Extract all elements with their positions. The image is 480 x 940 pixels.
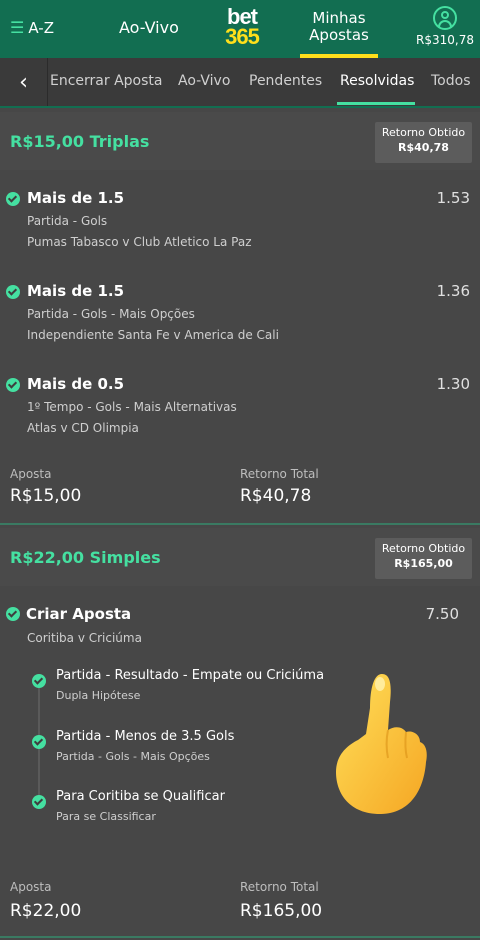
return-label: Retorno Obtido [381, 126, 466, 139]
leg-subtitle: Partida - Gols - Mais Opções [56, 750, 210, 763]
selection-item: Mais de 1.5 1.53 Partida - Gols Pumas Ta… [0, 188, 480, 258]
selection-market: 1º Tempo - Gols - Mais Alternativas [27, 400, 237, 414]
top-navigation-bar: ☰ A-Z Ao-Vivo bet 365 Minhas Apostas R$3… [0, 0, 480, 58]
total-return-value: R$40,78 [240, 486, 312, 506]
selection-name: Mais de 0.5 [27, 375, 125, 393]
selection-item: Criar Aposta 7.50 Coritiba v Criciúma [0, 605, 480, 650]
selection-name: Mais de 1.5 [27, 189, 125, 207]
leg-subtitle: Dupla Hipótese [56, 689, 141, 702]
tab-pendentes[interactable]: Pendentes [249, 73, 322, 89]
check-circle-icon [6, 607, 20, 621]
leg-subtitle: Para se Classificar [56, 810, 156, 823]
back-chevron-icon[interactable]: ‹ [0, 58, 48, 106]
total-return-label: Retorno Total [240, 880, 319, 894]
nav-minhas-apostas[interactable]: Minhas Apostas [300, 10, 378, 44]
check-circle-icon [6, 285, 20, 299]
stake-label: Aposta [10, 467, 52, 481]
card-divider [0, 936, 480, 938]
stake-value: R$15,00 [10, 486, 82, 506]
leg-title: Para Coritiba se Qualificar [56, 789, 225, 804]
user-avatar-icon [433, 6, 457, 30]
return-value: R$165,00 [394, 557, 453, 570]
selection-name: Criar Aposta [26, 605, 132, 623]
check-circle-icon [6, 378, 20, 392]
check-circle-icon [6, 192, 20, 206]
bets-filter-tabs: ‹ Encerrar Aposta Ao-Vivo Pendentes Reso… [0, 58, 480, 108]
selection-odd: 1.53 [436, 189, 470, 207]
tab-todos[interactable]: Todos [431, 73, 470, 89]
card-divider [0, 523, 480, 525]
az-menu-button[interactable]: ☰ A-Z [10, 18, 54, 37]
return-label: Retorno Obtido [381, 542, 466, 555]
leg-title: Partida - Menos de 3.5 Gols [56, 729, 235, 744]
menu-icon: ☰ [10, 18, 25, 37]
check-circle-icon [32, 795, 46, 809]
return-obtained-badge: Retorno Obtido R$165,00 [375, 538, 472, 579]
selection-odd: 7.50 [425, 605, 459, 623]
logo-text-365: 365 [225, 24, 260, 49]
tab-resolvidas[interactable]: Resolvidas [340, 73, 414, 89]
total-return-value: R$165,00 [240, 901, 323, 921]
bet-card-header[interactable]: R$15,00 Triplas Retorno Obtido R$40,78 [0, 112, 480, 170]
check-circle-icon [32, 735, 46, 749]
selection-event: Independiente Santa Fe v America de Cali [27, 328, 279, 342]
account-button[interactable]: R$310,78 [416, 6, 474, 47]
selection-item: Mais de 0.5 1.30 1º Tempo - Gols - Mais … [0, 374, 480, 444]
return-value: R$40,78 [398, 141, 449, 154]
selection-item: Mais de 1.5 1.36 Partida - Gols - Mais O… [0, 281, 480, 351]
tab-ao-vivo[interactable]: Ao-Vivo [178, 73, 230, 89]
tab-encerrar-aposta[interactable]: Encerrar Aposta [50, 73, 162, 89]
selection-name: Mais de 1.5 [27, 282, 125, 300]
active-tab-indicator [337, 102, 415, 105]
stake-label: Aposta [10, 880, 52, 894]
selection-event: Pumas Tabasco v Club Atletico La Paz [27, 235, 252, 249]
selection-market: Partida - Gols - Mais Opções [27, 307, 195, 321]
stake-value: R$22,00 [10, 901, 82, 921]
bet-title: R$15,00 Triplas [10, 132, 150, 151]
check-circle-icon [32, 674, 46, 688]
return-obtained-badge: Retorno Obtido R$40,78 [375, 122, 472, 163]
bet365-logo[interactable]: bet 365 [219, 6, 265, 49]
selection-event: Atlas v CD Olimpia [27, 421, 139, 435]
selection-market: Partida - Gols [27, 214, 108, 228]
bet-title: R$22,00 Simples [10, 548, 161, 567]
account-balance: R$310,78 [416, 33, 474, 47]
az-label: A-Z [28, 18, 54, 37]
leg-title: Partida - Resultado - Empate ou Criciúma [56, 668, 325, 683]
selection-odd: 1.36 [436, 282, 470, 300]
nav-ao-vivo[interactable]: Ao-Vivo [119, 18, 179, 37]
selection-odd: 1.30 [436, 375, 470, 393]
selection-event: Coritiba v Criciúma [27, 631, 142, 645]
total-return-label: Retorno Total [240, 467, 319, 481]
pointing-hand-emoji-icon [336, 674, 427, 814]
bet-card-header[interactable]: R$22,00 Simples Retorno Obtido R$165,00 [0, 528, 480, 586]
